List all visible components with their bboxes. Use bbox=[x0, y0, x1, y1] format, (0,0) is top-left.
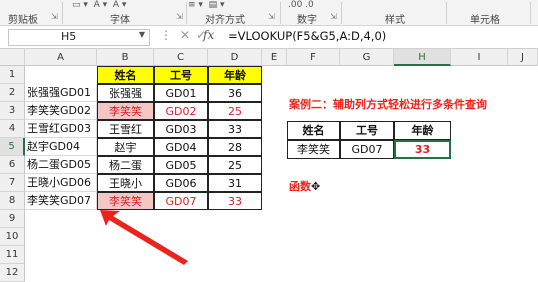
font-launcher-icon[interactable]: ⇲ bbox=[176, 12, 183, 21]
annotation-arrow bbox=[100, 210, 188, 265]
cancel-icon[interactable]: ✕ bbox=[180, 28, 190, 42]
alignment-launcher-icon[interactable]: ⇲ bbox=[268, 12, 275, 21]
ribbon-group-alignment: 对齐方式 bbox=[205, 15, 245, 26]
name-box-value: H5 bbox=[61, 30, 77, 43]
formula-input[interactable]: =VLOOKUP(F5&G5,A:D,4,0) bbox=[228, 29, 386, 43]
insert-function-icon[interactable]: fx bbox=[203, 28, 214, 42]
arrow-shape bbox=[100, 210, 188, 265]
ribbon: ▭ ▾ A ▾ A ▾ ≡ ▾ ▤ ▾ .00 .0 剪贴板 ⇲ 字体 ⇲ 对齐… bbox=[0, 0, 538, 26]
ribbon-group-styles: 样式 bbox=[385, 15, 405, 26]
ribbon-group-clipboard: 剪贴板 bbox=[8, 15, 38, 26]
name-box[interactable]: H5 ▼ bbox=[8, 29, 150, 46]
formula-bar-grip-icon[interactable]: ⋮ bbox=[160, 28, 172, 42]
clipboard-launcher-icon[interactable]: ⇲ bbox=[51, 12, 58, 21]
ribbon-group-number: 数字 bbox=[297, 15, 317, 26]
ribbon-group-cells: 单元格 bbox=[470, 15, 500, 26]
number-launcher-icon[interactable]: ⇲ bbox=[330, 12, 337, 21]
spreadsheet-grid[interactable]: A B C D E F G H I J 1 2 3 4 5 6 7 8 9 10 11 12 姓名 工… bbox=[0, 49, 538, 282]
font-toolbar-icons[interactable]: ▭ ▾ A ▾ A ▾ bbox=[72, 0, 126, 10]
chevron-down-icon[interactable]: ▼ bbox=[139, 30, 145, 39]
ribbon-group-font: 字体 bbox=[110, 15, 130, 26]
number-toolbar-icons[interactable]: .00 .0 bbox=[288, 0, 314, 10]
formula-bar: H5 ▼ ⋮ ✕ ✓ fx =VLOOKUP(F5&G5,A:D,4,0) bbox=[0, 26, 538, 49]
align-toolbar-icons[interactable]: ≡ ▾ ▤ ▾ bbox=[188, 0, 225, 10]
